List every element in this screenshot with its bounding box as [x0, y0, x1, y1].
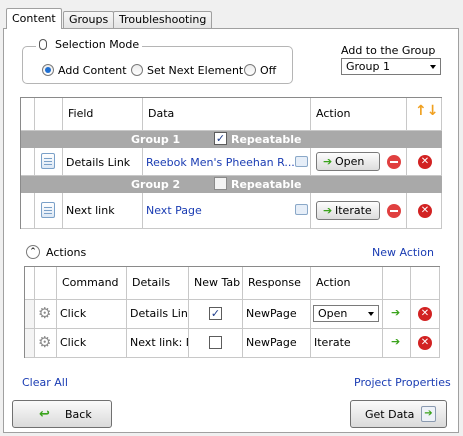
command-cell[interactable]: Click — [57, 329, 127, 358]
field-name[interactable]: Next link — [63, 193, 143, 229]
remove-icon[interactable] — [387, 204, 401, 218]
repeatable-label: Repeatable — [231, 133, 302, 146]
delete-icon[interactable]: ✕ — [418, 204, 432, 218]
move-down-arrow-icon[interactable]: ↓ — [427, 103, 439, 119]
column-header-field[interactable]: Field — [63, 98, 143, 131]
get-data-button[interactable]: Get Data ➔ — [350, 400, 447, 428]
iterate-action-button[interactable]: ➔ Iterate — [316, 201, 380, 220]
details-cell[interactable]: Details Link — [127, 300, 189, 329]
new-tab-checkbox[interactable]: ✓ — [209, 307, 222, 320]
delete-icon[interactable]: ✕ — [418, 307, 432, 321]
collapse-actions-icon[interactable]: ⌃ — [26, 245, 40, 259]
chevron-down-icon — [430, 65, 436, 69]
right-arrow-icon: ➔ — [323, 204, 333, 217]
gear-icon: ⚙ — [38, 304, 52, 322]
response-cell[interactable]: NewPage — [243, 300, 311, 329]
column-header-new-tab[interactable]: New Tab — [189, 267, 243, 300]
group-name: Group 2 — [131, 178, 181, 191]
back-button[interactable]: ↩ Back — [12, 400, 112, 428]
reorder-controls: ↑↓ — [407, 98, 442, 131]
column-header-details[interactable]: Details — [127, 267, 189, 300]
remove-icon[interactable] — [387, 155, 401, 169]
right-arrow-icon: ➔ — [323, 155, 333, 168]
field-data[interactable]: Next Page — [143, 193, 311, 229]
column-header-data[interactable]: Data — [143, 98, 311, 131]
radio-set-next-element-label: Set Next Element — [147, 64, 244, 77]
table-row[interactable]: ⚙ — [35, 329, 57, 358]
column-header-action[interactable]: Action — [311, 98, 407, 131]
add-to-group-label: Add to the Group — [341, 44, 436, 57]
content-grid: Field Data Action ↑↓ Group 1 ✓ Repeatabl… — [20, 97, 442, 229]
chevron-down-icon — [368, 312, 374, 316]
new-tab-checkbox[interactable] — [209, 336, 222, 349]
repeatable-checkbox[interactable]: ✓ — [214, 132, 227, 145]
selection-mode-title: Selection Mode — [36, 38, 143, 51]
open-action-button[interactable]: ➔ Open — [316, 152, 380, 171]
group-select[interactable]: Group 1 — [341, 58, 441, 75]
radio-add-content-label: Add Content — [58, 64, 127, 77]
gear-icon: ⚙ — [38, 333, 52, 351]
mouse-icon — [39, 39, 47, 50]
actions-grid: Command Details New Tab Response Action … — [24, 266, 440, 358]
content-panel — [3, 28, 459, 433]
command-cell[interactable]: Click — [57, 300, 127, 329]
tab-bar: Content Groups Troubleshooting — [0, 0, 463, 29]
group-header-row: Group 2 Repeatable — [21, 176, 442, 193]
new-action-link[interactable]: New Action — [372, 246, 434, 259]
repeatable-label: Repeatable — [231, 178, 302, 191]
table-row[interactable] — [35, 148, 63, 176]
back-arrow-icon: ↩ — [39, 407, 50, 422]
tab-content[interactable]: Content — [6, 8, 62, 29]
clear-all-link[interactable]: Clear All — [22, 376, 68, 389]
document-icon — [41, 153, 55, 169]
actions-title: Actions — [46, 246, 87, 259]
table-row[interactable] — [35, 193, 63, 229]
move-up-arrow-icon[interactable]: ↑ — [415, 103, 427, 119]
field-name[interactable]: Details Link — [63, 148, 143, 176]
run-arrow-icon[interactable]: ➔ — [391, 306, 400, 319]
export-arrow-icon: ➔ — [421, 406, 436, 422]
repeatable-checkbox[interactable] — [214, 177, 227, 190]
run-arrow-icon[interactable]: ➔ — [391, 335, 400, 348]
column-header-command[interactable]: Command — [57, 267, 127, 300]
project-properties-link[interactable]: Project Properties — [354, 376, 451, 389]
action-select[interactable]: Open — [313, 305, 379, 322]
link-edit-icon[interactable] — [295, 156, 308, 167]
radio-off-label: Off — [260, 64, 277, 77]
group-name: Group 1 — [131, 133, 181, 146]
tab-troubleshooting[interactable]: Troubleshooting — [113, 11, 213, 28]
group-header-row: Group 1 ✓ Repeatable — [21, 131, 442, 148]
link-edit-icon[interactable] — [295, 204, 308, 215]
column-header-response[interactable]: Response — [243, 267, 311, 300]
radio-off[interactable] — [244, 64, 256, 76]
delete-icon[interactable]: ✕ — [418, 336, 432, 350]
tab-groups[interactable]: Groups — [63, 11, 115, 28]
column-header-action[interactable]: Action — [311, 267, 383, 300]
radio-add-content[interactable] — [42, 64, 54, 76]
radio-set-next-element[interactable] — [131, 64, 143, 76]
action-cell[interactable]: Iterate — [311, 329, 383, 358]
response-cell[interactable]: NewPage — [243, 329, 311, 358]
details-cell[interactable]: Next link: N — [127, 329, 189, 358]
field-data[interactable]: Reebok Men's Pheehan R... — [143, 148, 311, 176]
delete-icon[interactable]: ✕ — [418, 155, 432, 169]
document-icon — [41, 202, 55, 218]
table-row[interactable]: ⚙ — [35, 300, 57, 329]
